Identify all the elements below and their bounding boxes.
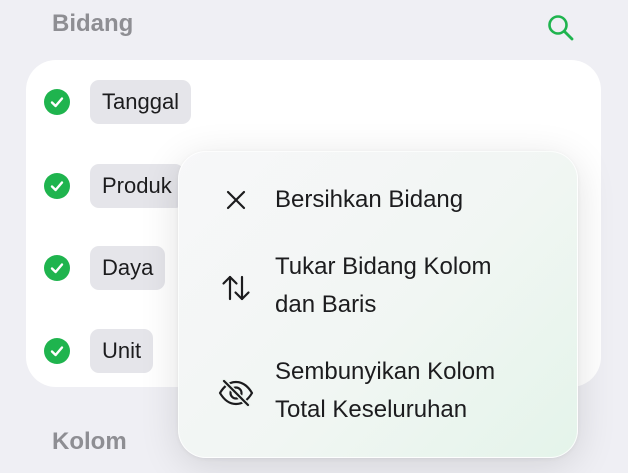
checkmark-icon[interactable] [44,89,70,115]
field-row-tanggal[interactable]: Tanggal [44,80,192,124]
menu-item-label: Tukar Bidang Kolom [275,253,492,280]
checkmark-icon[interactable] [44,255,70,281]
field-chip-produk[interactable]: Produk [90,164,184,208]
menu-item-swap-fields[interactable]: Tukar Bidang Kolom dan Baris [179,248,577,328]
menu-item-label: Sembunyikan Kolom [275,358,496,385]
columns-section-header: Kolom [52,428,127,455]
field-chip-unit[interactable]: Unit [90,329,154,373]
checkmark-icon[interactable] [44,338,70,364]
field-chip-daya[interactable]: Daya [90,246,166,290]
menu-item-label-line2: Total Keseluruhan [275,396,468,423]
field-row-produk[interactable]: Produk [44,164,184,208]
swap-arrows-icon [217,269,255,307]
field-row-daya[interactable]: Daya [44,246,166,290]
field-row-unit[interactable]: Unit [44,329,154,373]
field-chip-tanggal[interactable]: Tanggal [90,80,192,124]
menu-item-label: Bersihkan Bidang [275,186,464,213]
search-button[interactable] [545,12,577,44]
context-menu: Bersihkan Bidang Tukar Bidang Kolom dan … [178,151,578,458]
checkmark-icon[interactable] [44,173,70,199]
menu-item-label-line2: dan Baris [275,291,377,318]
eye-slash-icon [217,374,255,412]
close-icon [217,181,255,219]
search-icon [548,15,574,41]
menu-item-hide-grand-total[interactable]: Sembunyikan Kolom Total Keseluruhan [179,353,577,433]
fields-section-header: Bidang [52,10,134,37]
menu-item-clear-field[interactable]: Bersihkan Bidang [179,180,577,220]
